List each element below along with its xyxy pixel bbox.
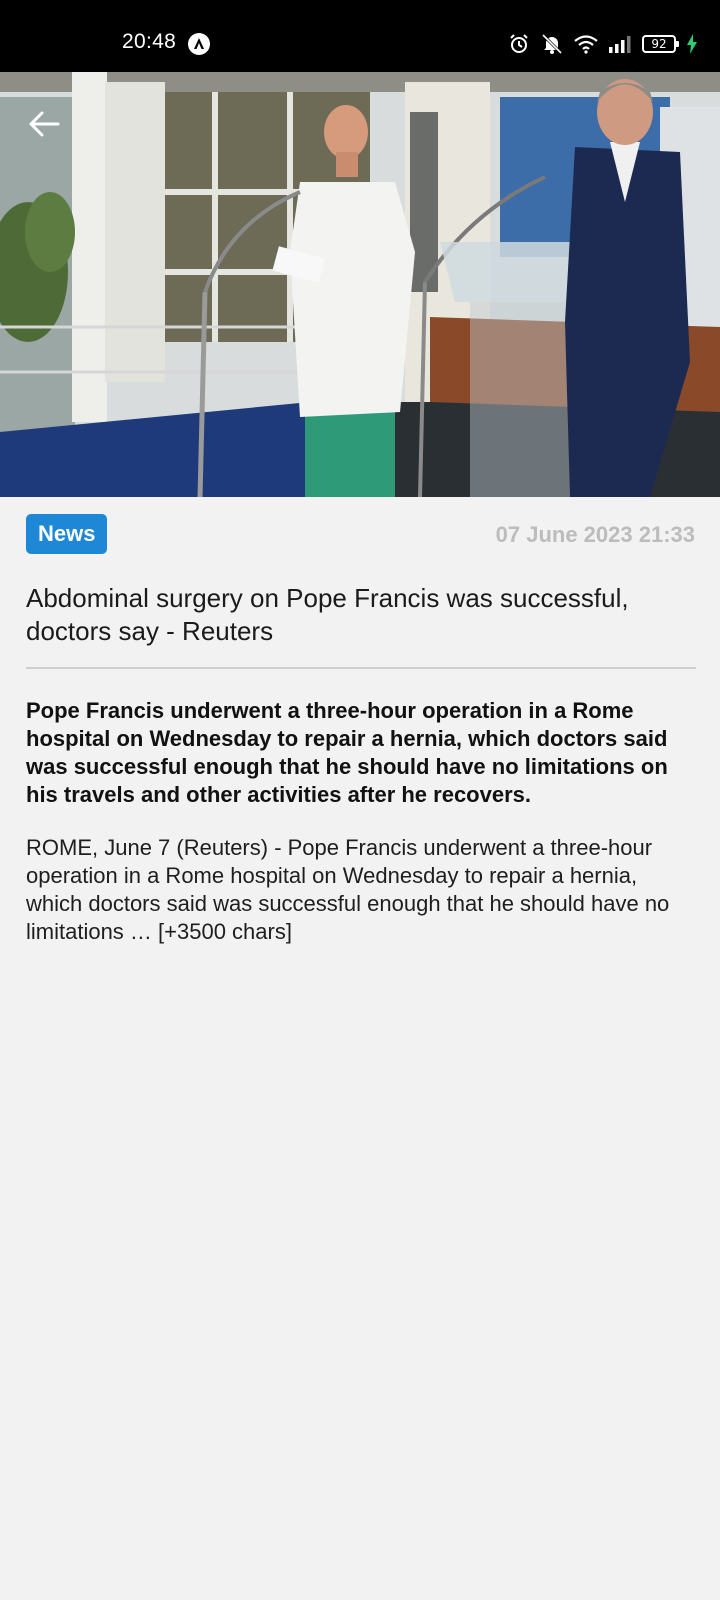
publish-date: 07 June 2023 21:33 <box>495 522 695 547</box>
battery-level: 92 <box>651 37 667 51</box>
article-body: ROME, June 7 (Reuters) - Pope Francis un… <box>26 835 670 944</box>
wifi-icon <box>574 34 598 54</box>
status-icons: 92 <box>508 32 698 56</box>
article-lead: Pope Francis underwent a three-hour oper… <box>26 698 668 807</box>
arrow-left-icon <box>28 110 60 138</box>
category-badge[interactable]: News <box>26 514 108 554</box>
alarm-icon <box>508 33 530 55</box>
app-notification-icon <box>188 33 210 55</box>
back-button[interactable] <box>20 100 68 148</box>
article-title: Abdominal surgery on Pope Francis was su… <box>26 583 629 646</box>
status-bar: 20:48 92 <box>0 0 720 72</box>
status-time: 20:48 <box>122 30 177 53</box>
article-hero-image <box>0 72 720 497</box>
charging-icon <box>686 34 698 54</box>
press-conference-photo <box>0 72 720 497</box>
battery-icon: 92 <box>642 35 679 53</box>
mute-icon <box>540 33 564 55</box>
signal-icon <box>608 35 632 53</box>
divider <box>26 667 696 669</box>
